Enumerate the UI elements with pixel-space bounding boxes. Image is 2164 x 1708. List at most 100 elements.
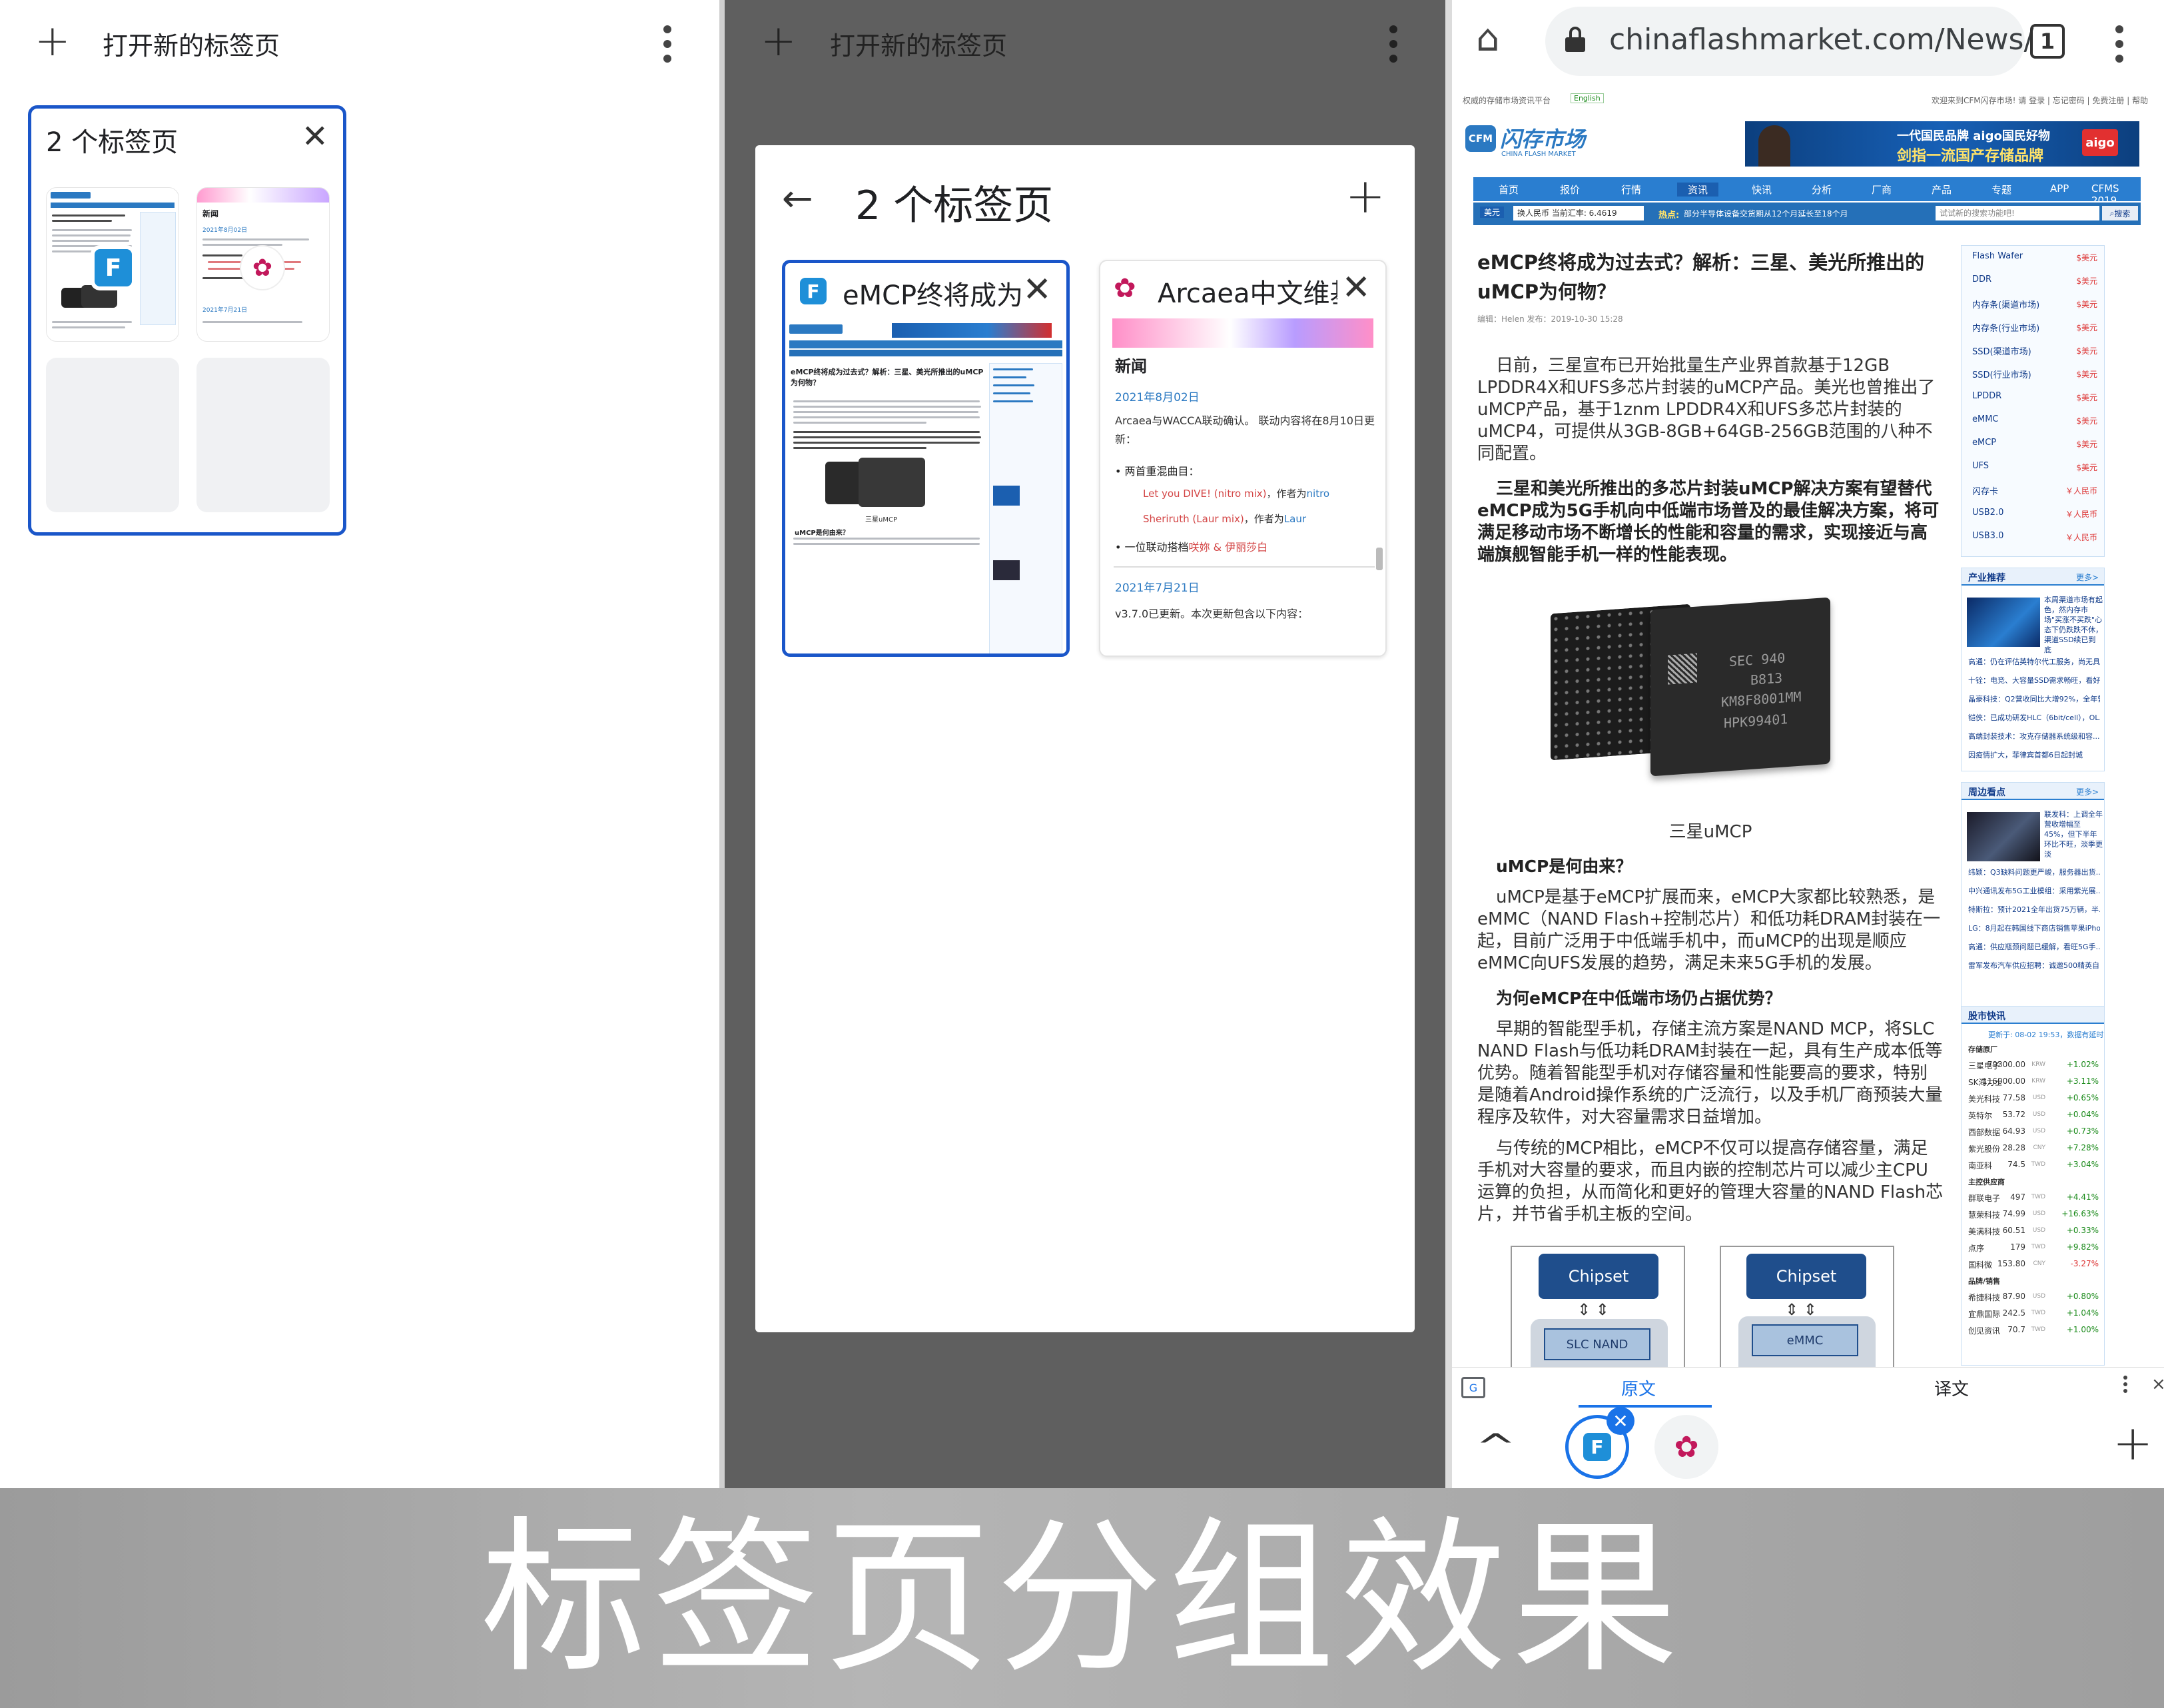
close-tab-icon[interactable]: ✕	[1341, 268, 1371, 308]
tab-card-arcaea[interactable]: ✿ Arcaea中文维基 ✕ 新闻 2021年8月02日 Arcaea与WACC…	[1099, 260, 1387, 657]
price-category-link[interactable]: 闪存卡	[1972, 484, 1998, 497]
stock-row: 点序 179 TWD +9.82%	[1968, 1242, 2099, 1256]
price-category-link[interactable]: eMCP	[1972, 438, 1996, 448]
news-link[interactable]: 高端封装技术：攻克存储器系统级和容...	[1968, 731, 2100, 741]
close-group-icon[interactable]: ✕	[302, 118, 328, 155]
news-link[interactable]: 特斯拉：预计2021全年出货75万辆，半...	[1968, 904, 2100, 915]
url-text[interactable]: chinaflashmarket.com/News/	[1609, 23, 2033, 57]
price-category-link[interactable]: DDR	[1972, 274, 1991, 284]
more-options-icon[interactable]	[2115, 25, 2125, 69]
nav-item[interactable]: 行情	[1621, 183, 1641, 197]
mini-date-2: 2021年7月21日	[202, 307, 248, 314]
price-category-link[interactable]: USB2.0	[1972, 508, 2003, 518]
tab-group-sheet-panel: + 打开新的标签页 ← 2 个标签页 + F eMCP终将成为 ✕ eMCP终将…	[725, 0, 1445, 1488]
stock-price: 77.58	[2002, 1093, 2025, 1102]
stock-row: 国科微 153.80 CNY -3.27%	[1968, 1259, 2099, 1272]
nav-item[interactable]: 快讯	[1752, 183, 1772, 197]
rate-select[interactable]: 换人民币 当前汇率: 6.4619	[1513, 206, 1644, 220]
price-category-link[interactable]: 内存条(渠道市场)	[1972, 298, 2039, 310]
news-link[interactable]: 纬颖：Q3缺料问题更严峻，服务器出货...	[1968, 867, 2100, 877]
price-category-link[interactable]: SSD(渠道市场)	[1972, 344, 2031, 357]
home-icon[interactable]: ⌂	[1476, 20, 1500, 57]
more-options-icon[interactable]	[1389, 25, 1399, 69]
nav-item[interactable]: 专题	[1991, 183, 2011, 197]
article-paragraph: 日前，三星宣布已开始批量生产业界首款基于12GB LPDDR4X和UFS多芯片封…	[1477, 356, 1936, 464]
price-category-link[interactable]: USB3.0	[1972, 531, 2003, 541]
english-link[interactable]: English	[1571, 93, 1604, 103]
nav-item[interactable]: 首页	[1499, 183, 1519, 197]
more-options-icon[interactable]	[663, 25, 673, 69]
news-link[interactable]: 中兴通讯发布5G工业模组：采用紫光展...	[1968, 885, 2100, 896]
new-tab-plus-icon[interactable]: +	[761, 20, 797, 63]
stock-change: +3.04%	[2066, 1160, 2099, 1169]
rec-lead-link[interactable]: 本周渠道市场有起色，然内存市场"买涨不买跌"心态下仍跌跌不休，渠道SSD续已到底	[2044, 595, 2103, 656]
nav-item[interactable]: 厂商	[1872, 183, 1892, 197]
tab-group-card[interactable]: 2 个标签页 ✕ F 新闻 2021年8月02日 2021年7月21日 ✿	[28, 105, 346, 536]
new-tab-label[interactable]: 打开新的标签页	[103, 25, 280, 62]
add-tab-plus-icon[interactable]: +	[1345, 168, 1385, 224]
news-link[interactable]: LG：8月起在韩国线下商店销售苹果iPho...	[1968, 923, 2100, 933]
preview-paragraph-1: Arcaea与WACCA联动确认。 联动内容将在8月10日更新：	[1115, 414, 1375, 446]
price-category-link[interactable]: Flash Wafer	[1972, 251, 2023, 261]
price-category-link[interactable]: SSD(行业市场)	[1972, 368, 2031, 380]
price-category-link[interactable]: eMMC	[1972, 414, 1999, 424]
new-tab-label[interactable]: 打开新的标签页	[830, 25, 1007, 62]
tab-card-emcp[interactable]: F eMCP终将成为 ✕ eMCP终将成为过去式？解析：三星、美光所推出的uMC…	[782, 260, 1070, 657]
translate-icon[interactable]: G	[1461, 1377, 1485, 1398]
tab-thumbnail-arcaea[interactable]: 新闻 2021年8月02日 2021年7月21日 ✿	[196, 187, 330, 342]
nav-item[interactable]: 资讯	[1677, 183, 1719, 197]
stock-price: 153.80	[1997, 1259, 2025, 1268]
news-link[interactable]: 铠侠：已成功研发HLC（6bit/cell），OL...	[1968, 712, 2100, 723]
around-lead-link[interactable]: 联发科：上调全年营收增幅至45%，但下半年环比不旺，淡季更淡	[2044, 809, 2103, 861]
stock-row: 宜鼎国际 242.5 TWD +1.04%	[1968, 1308, 2099, 1322]
translate-close-icon[interactable]: ×	[2151, 1374, 2164, 1394]
more-link[interactable]: 更多>	[2076, 786, 2099, 797]
aigo-banner[interactable]: 一代国民品牌 aigo国民好物 剑指一流国产存储品牌 aigo	[1745, 121, 2139, 167]
translate-options-icon[interactable]	[2123, 1376, 2133, 1400]
tab-card-title: eMCP终将成为	[843, 280, 1022, 311]
stock-name: 南亚科	[1968, 1161, 1993, 1170]
currency-select[interactable]: 美元	[1480, 207, 1505, 218]
logo-text-cn: 闪存市场	[1500, 127, 1586, 152]
price-unit: $美元	[2076, 416, 2097, 426]
stock-change: -3.27%	[2070, 1259, 2099, 1268]
price-category-link[interactable]: UFS	[1972, 461, 1989, 471]
stock-row: 慧荣科技 74.99 USD +16.63%	[1968, 1209, 2099, 1222]
preview-article-heading: eMCP终将成为过去式？解析：三星、美光所推出的uMCP为何物？	[791, 368, 984, 387]
back-arrow-icon[interactable]: ←	[782, 177, 813, 220]
strip-new-tab-plus-icon[interactable]: +	[2113, 1415, 2153, 1471]
nav-item[interactable]: 产品	[1932, 183, 1952, 197]
bottom-tab-strip: ^ F ✕ ✿ +	[1452, 1407, 2164, 1488]
stock-price: 116000.00	[1982, 1076, 2025, 1086]
price-category-link[interactable]: LPDDR	[1972, 391, 2001, 401]
cfm-favicon-icon: F	[800, 278, 827, 304]
nav-item[interactable]: 报价	[1560, 183, 1580, 197]
nav-item[interactable]: 分析	[1812, 183, 1832, 197]
price-unit: ￥人民币	[2065, 510, 2097, 519]
news-link[interactable]: 高通：仍在评估英特尔代工服务，尚无具...	[1968, 656, 2100, 667]
site-search-button[interactable]: ⌕ 搜索	[2102, 206, 2138, 220]
price-category-link[interactable]: 内存条(行业市场)	[1972, 321, 2039, 334]
stock-currency: USD	[2032, 1293, 2045, 1300]
preview-news-heading: 新闻	[1115, 357, 1147, 376]
close-tab-icon[interactable]: ✕	[1022, 270, 1052, 310]
price-unit: ￥人民币	[2065, 486, 2097, 496]
news-link[interactable]: 因疫情扩大，菲律宾首都6日起封城	[1968, 749, 2100, 760]
tab-switcher-button[interactable]: 1	[2030, 24, 2065, 59]
site-search-input[interactable]: 试试新的搜索功能吧!	[1936, 206, 2099, 220]
news-link[interactable]: 高通：供应瓶颈问题已缓解，看旺5G手...	[1968, 941, 2100, 952]
stock-group-label: 存储原厂	[1968, 1045, 1997, 1054]
news-link[interactable]: 晶豪科技：Q2营收同比大增92%，全年营...	[1968, 693, 2100, 704]
tab-thumbnail-emcp[interactable]: F	[46, 187, 179, 342]
strip-tab-arcaea[interactable]: ✿	[1654, 1415, 1718, 1479]
expand-up-chevron-icon[interactable]: ^	[1475, 1427, 1516, 1467]
news-link[interactable]: 十铨：电竞、大容量SSD需求畅旺，看好...	[1968, 675, 2100, 685]
nav-item[interactable]: APP	[2050, 183, 2069, 195]
more-link[interactable]: 更多>	[2076, 572, 2099, 583]
news-link[interactable]: 雷军发布汽车供应招聘：诚邀500精英自...	[1968, 960, 2100, 971]
hot-news-link[interactable]: 部分半导体设备交货期从12个月延长至18个月	[1684, 208, 1848, 219]
new-tab-plus-icon[interactable]: +	[35, 20, 71, 63]
translate-original-tab[interactable]: 原文	[1621, 1376, 1656, 1400]
translate-translated-tab[interactable]: 译文	[1934, 1376, 1969, 1400]
strip-close-icon[interactable]: ✕	[1607, 1407, 1634, 1435]
